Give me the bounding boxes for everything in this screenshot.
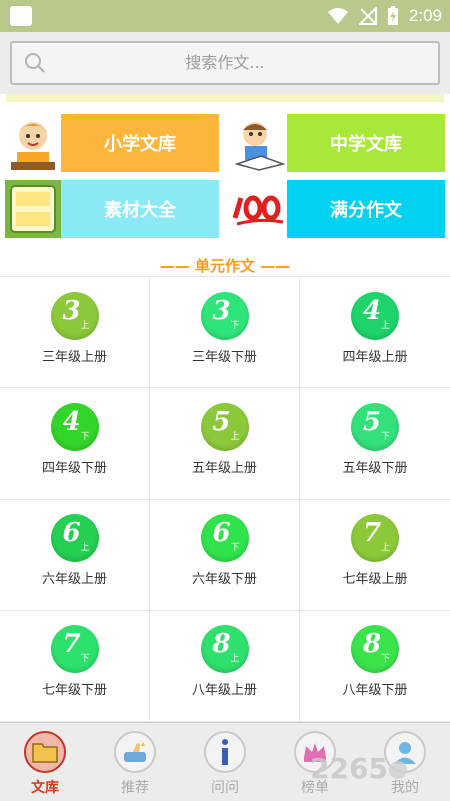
term-mark: 下 — [380, 654, 390, 665]
search-bar: 搜索作文... — [0, 32, 450, 94]
search-input[interactable]: 搜索作文... — [10, 41, 440, 85]
grade-number: 8 — [363, 629, 382, 660]
status-time: 2:09 — [408, 6, 442, 25]
grade-badge-icon: 4上 — [351, 291, 399, 340]
unit-label: 三年级上册 — [41, 349, 107, 365]
unit-grid-item[interactable]: 6 下六年级下册 — [150, 499, 300, 611]
unit-grid-item[interactable]: 3 下三年级下册 — [150, 277, 300, 389]
banner-strip — [6, 94, 444, 102]
tab-info[interactable]: 问问 — [180, 723, 270, 801]
unit-label: 七年级下册 — [41, 683, 107, 699]
grade-badge-icon: 6下 — [200, 514, 249, 563]
grade-badge-icon: 7上 — [351, 514, 399, 563]
score-100-icon — [231, 180, 287, 238]
unit-label: 七年级上册 — [342, 572, 408, 588]
grade-badge-icon: 4下 — [50, 402, 99, 451]
app-notification-icon — [10, 6, 32, 26]
category-primary-library[interactable]: 小学文库 — [5, 114, 219, 172]
grade-number: 5 — [212, 406, 231, 437]
grade-badge-icon: 3下 — [200, 291, 249, 340]
grade-badge-icon: 5下 — [351, 402, 399, 451]
grade-number: 8 — [212, 629, 231, 660]
grade-number: 7 — [62, 629, 81, 660]
category-materials[interactable]: 素材大全 — [5, 180, 219, 238]
tab-thumbs-up[interactable]: 推荐 — [90, 723, 180, 801]
unit-grid-item[interactable]: 7 下七年级下册 — [0, 610, 150, 722]
tab-label: 文库 — [31, 780, 59, 796]
grade-badge-icon: 8上 — [200, 625, 249, 674]
grade-number: 7 — [363, 518, 382, 549]
unit-label: 六年级下册 — [191, 572, 257, 588]
term-mark: 上 — [380, 320, 390, 331]
unit-grid-item[interactable]: 8 上八年级上册 — [150, 610, 300, 722]
category-label: 小学文库 — [104, 134, 176, 155]
status-bar: 2:09 — [0, 0, 450, 32]
unit-label: 六年级上册 — [41, 572, 107, 588]
category-perfect-essays[interactable]: 满分作文 — [231, 180, 445, 238]
grade-badge-icon: 3上 — [50, 291, 99, 340]
grade-number: 6 — [62, 518, 81, 549]
tab-folder[interactable]: 文库 — [0, 723, 90, 801]
grade-number: 4 — [363, 295, 382, 326]
reading-boy-icon — [231, 114, 287, 172]
grade-badge-icon: 7下 — [50, 625, 99, 674]
term-mark: 下 — [80, 431, 90, 442]
no-signal-icon — [358, 7, 377, 25]
search-placeholder: 搜索作文... — [185, 53, 265, 72]
category-middle-library[interactable]: 中学文库 — [231, 114, 445, 172]
unit-grid: 3 上三年级上册 3 下三年级下册 4 上四年级上册 4 下四年级下册 5 上五年级上册 5 下五年级… — [0, 276, 450, 722]
svg-text:2265: 2265 — [310, 752, 388, 785]
unit-label: 四年级上册 — [342, 349, 408, 365]
good-words-icon — [5, 180, 61, 238]
grade-number: 4 — [62, 406, 81, 437]
thumbs-up-icon — [114, 731, 156, 773]
unit-grid-item[interactable]: 4 上四年级上册 — [300, 277, 450, 389]
grade-badge-icon: 8下 — [351, 625, 399, 674]
tab-label: 推荐 — [121, 780, 149, 796]
unit-grid-item[interactable]: 5 上五年级上册 — [150, 388, 300, 500]
wifi-icon — [327, 8, 348, 24]
term-mark: 上 — [380, 543, 390, 554]
category-label: 中学文库 — [330, 134, 402, 155]
tab-label: 问问 — [211, 780, 239, 796]
unit-label: 五年级上册 — [191, 460, 257, 476]
term-mark: 下 — [380, 431, 390, 442]
unit-grid-item[interactable]: 8 下八年级下册 — [300, 611, 450, 722]
category-label: 素材大全 — [104, 200, 176, 221]
term-mark: 上 — [230, 431, 240, 442]
watermark-logo: 2265 — [306, 748, 450, 788]
term-mark: 上 — [80, 320, 90, 331]
term-mark: 下 — [230, 320, 240, 331]
status-icons: 2:09 — [327, 4, 442, 28]
battery-charging-icon — [387, 6, 398, 25]
term-mark: 上 — [80, 543, 90, 554]
unit-grid-item[interactable]: 3 上三年级上册 — [0, 277, 150, 389]
category-label: 满分作文 — [330, 200, 402, 221]
unit-label: 八年级下册 — [342, 683, 408, 699]
grade-number: 3 — [212, 295, 231, 326]
grade-number: 3 — [62, 295, 81, 326]
term-mark: 下 — [230, 543, 240, 554]
unit-grid-item[interactable]: 7 上七年级上册 — [300, 500, 450, 611]
student-boy-icon — [5, 114, 61, 172]
unit-grid-item[interactable]: 6 上六年级上册 — [0, 499, 150, 611]
term-mark: 下 — [80, 654, 90, 665]
unit-label: 四年级下册 — [41, 460, 107, 476]
folder-icon — [24, 731, 66, 773]
grade-badge-icon: 6上 — [50, 514, 99, 563]
unit-grid-item[interactable]: 5 下五年级下册 — [300, 388, 450, 500]
unit-grid-item[interactable]: 4 下四年级下册 — [0, 388, 150, 500]
unit-label: 三年级下册 — [191, 349, 257, 365]
unit-label: 八年级上册 — [191, 683, 257, 699]
grade-number: 6 — [212, 518, 231, 549]
grade-number: 5 — [363, 406, 382, 437]
info-icon — [204, 731, 246, 773]
section-title: —— 单元作文 —— — [159, 257, 291, 275]
unit-label: 五年级下册 — [342, 460, 408, 476]
grade-badge-icon: 5上 — [200, 402, 249, 451]
term-mark: 上 — [230, 654, 240, 665]
